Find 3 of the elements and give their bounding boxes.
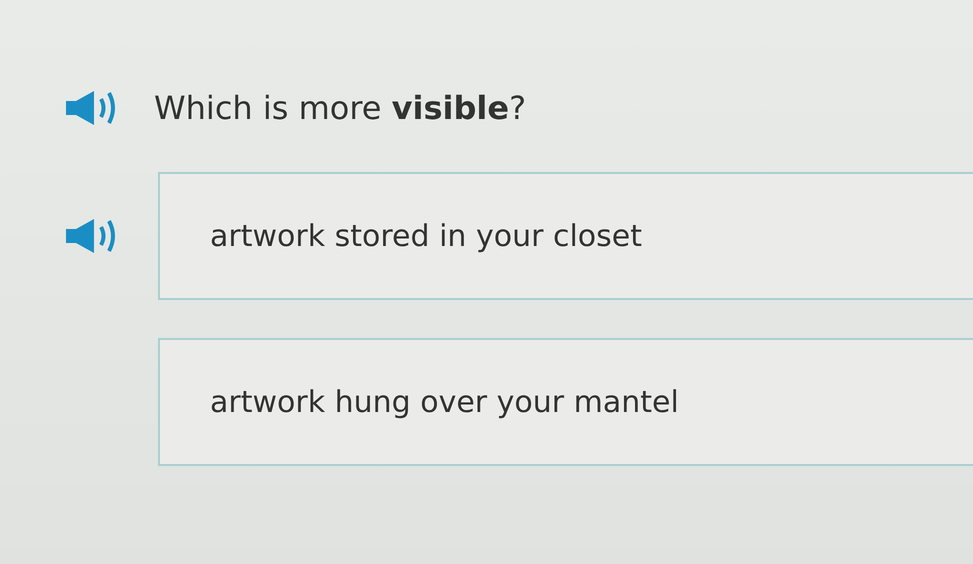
answer-option[interactable]: artwork stored in your closet [158,172,973,300]
answer-option[interactable]: artwork hung over your mantel [158,338,973,466]
question-text: Which is more visible? [154,89,526,127]
